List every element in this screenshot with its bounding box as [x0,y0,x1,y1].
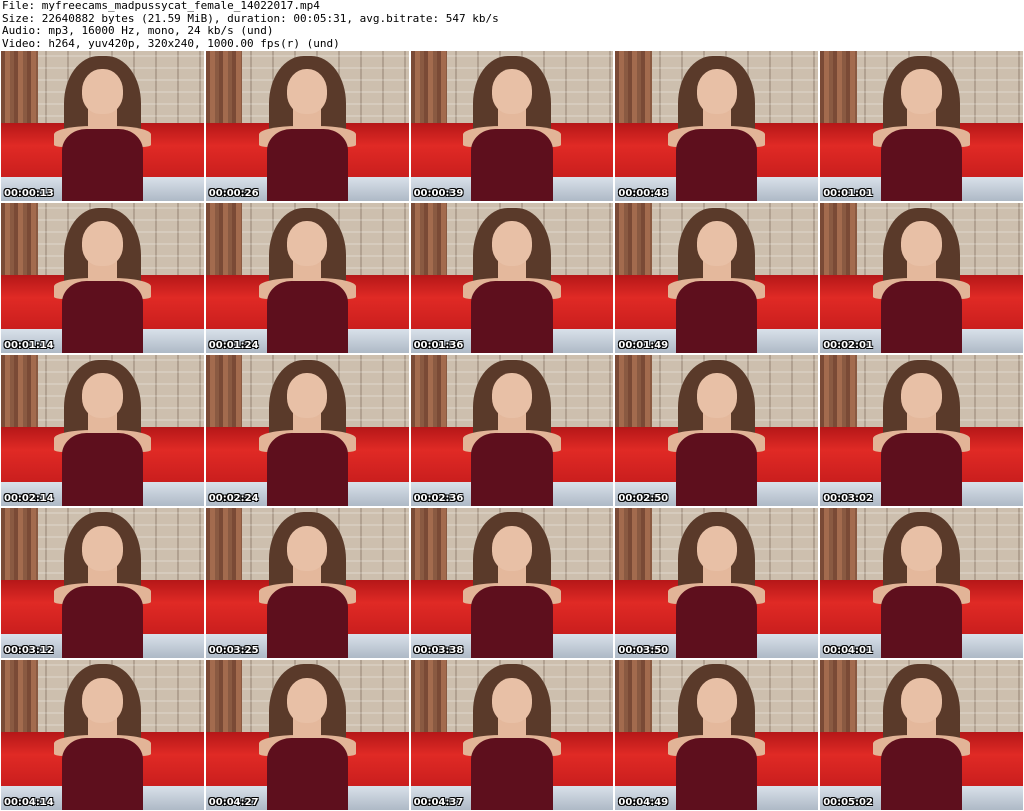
thumbnail-timestamp: 00:01:14 [4,340,54,352]
thumbnail-timestamp: 00:00:39 [413,188,464,200]
video-thumbnail: 00:03:38 [410,507,614,658]
thumbnail-timestamp: 00:04:14 [4,796,54,808]
video-thumbnail: 00:01:36 [410,203,614,354]
video-thumbnail: 00:05:02 [820,659,1023,810]
file-name-line: File: myfreecams_madpussycat_female_1402… [2,0,320,12]
thumbnail-timestamp: 00:04:01 [823,644,873,656]
video-thumbnail: 00:04:49 [615,659,819,810]
thumbnail-timestamp: 00:04:27 [208,796,259,808]
video-thumbnail: 00:02:14 [1,355,204,506]
file-info-header: File: myfreecams_madpussycat_female_1402… [2,0,1022,50]
thumbnail-timestamp: 00:01:01 [823,188,873,200]
thumbnail-timestamp: 00:00:13 [4,188,54,200]
thumbnail-timestamp: 00:00:48 [618,188,669,200]
thumbnail-timestamp: 00:03:50 [618,644,669,656]
video-thumbnail: 00:03:12 [1,507,204,658]
video-thumbnail: 00:01:49 [615,203,819,354]
video-thumbnail: 00:00:39 [410,51,614,202]
thumbnail-timestamp: 00:03:12 [4,644,54,656]
thumbnail-timestamp: 00:01:49 [618,340,669,352]
thumbnail-timestamp: 00:02:36 [413,492,464,504]
video-thumbnail: 00:04:27 [205,659,409,810]
thumbnail-timestamp: 00:01:24 [208,340,259,352]
video-thumbnail: 00:03:02 [820,355,1023,506]
thumbnail-timestamp: 00:02:24 [208,492,259,504]
thumbnail-timestamp: 00:02:14 [4,492,54,504]
video-info-line: Video: h264, yuv420p, 320x240, 1000.00 f… [2,36,340,50]
thumbnail-timestamp: 00:03:25 [208,644,259,656]
thumbnail-timestamp: 00:05:02 [823,796,873,808]
thumbnail-timestamp: 00:02:01 [823,340,873,352]
audio-info-line: Audio: mp3, 16000 Hz, mono, 24 kb/s (und… [2,24,274,37]
video-thumbnail: 00:02:24 [205,355,409,506]
thumbnail-timestamp: 00:01:36 [413,340,464,352]
thumbnail-timestamp: 00:00:26 [208,188,259,200]
video-thumbnail: 00:02:01 [820,203,1023,354]
thumbnail-timestamp: 00:02:50 [618,492,669,504]
video-thumbnail: 00:00:13 [1,51,204,202]
video-thumbnail: 00:01:01 [820,51,1023,202]
video-thumbnail: 00:04:01 [820,507,1023,658]
video-thumbnail: 00:01:24 [205,203,409,354]
video-thumbnail: 00:02:50 [615,355,819,506]
video-thumbnail: 00:04:14 [1,659,204,810]
video-thumbnail: 00:03:50 [615,507,819,658]
video-thumbnail: 00:04:37 [410,659,614,810]
thumbnail-timestamp: 00:04:37 [413,796,464,808]
video-thumbnail: 00:00:26 [205,51,409,202]
thumbnail-timestamp: 00:03:02 [823,492,873,504]
video-thumbnail: 00:03:25 [205,507,409,658]
video-thumbnail: 00:00:48 [615,51,819,202]
thumbnail-timestamp: 00:03:38 [413,644,464,656]
video-thumbnail: 00:01:14 [1,203,204,354]
thumbnail-grid: 00:00:13 00:00:26 00:00:39 00:00:48 00:01:01… [0,50,1024,811]
thumbnail-timestamp: 00:04:49 [618,796,669,808]
video-thumbnail: 00:02:36 [410,355,614,506]
